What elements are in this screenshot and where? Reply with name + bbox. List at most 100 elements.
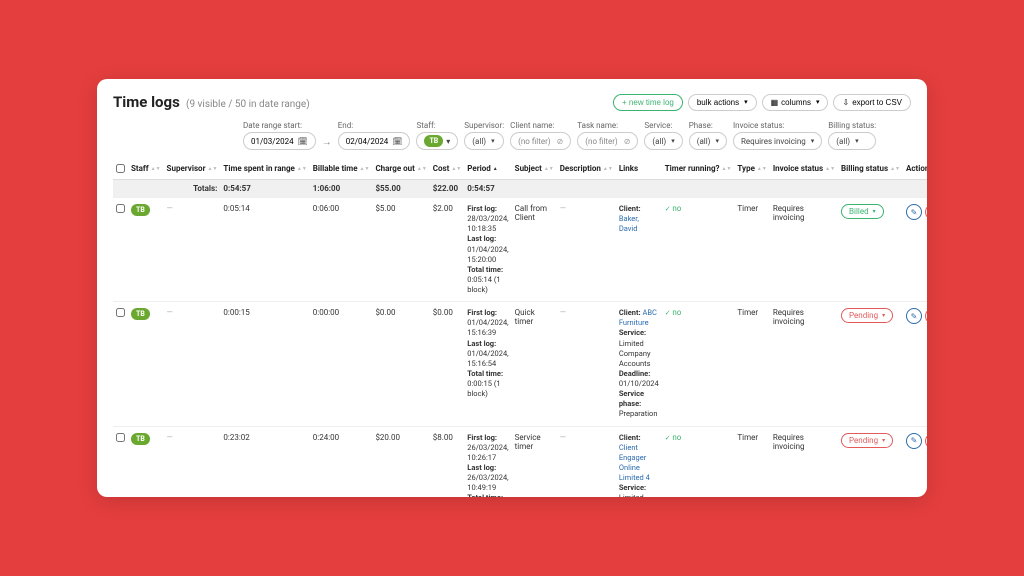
time-spent-cell: 0:05:14 (220, 198, 309, 302)
time-logs-table: Staff▲▼ Supervisor▲▼ Time spent in range… (113, 160, 927, 497)
delete-icon[interactable]: 🗑 (925, 204, 927, 220)
period-cell: First log: 01/04/2024, 15:16:39 Last log… (464, 302, 511, 426)
row-checkbox[interactable] (116, 433, 125, 442)
header-row: Staff▲▼ Supervisor▲▼ Time spent in range… (113, 160, 927, 180)
type-cell: Timer (734, 302, 769, 426)
edit-icon[interactable]: ✎ (906, 204, 922, 220)
task-input[interactable]: (no filter)⊘ (577, 132, 638, 150)
client-input[interactable]: (no filter)⊘ (510, 132, 571, 150)
col-description[interactable]: Description▲▼ (557, 160, 616, 180)
cost-cell: $2.00 (430, 198, 464, 302)
col-supervisor[interactable]: Supervisor▲▼ (164, 160, 221, 180)
billing-status-badge[interactable]: Pending (841, 433, 893, 448)
client-link[interactable]: Baker, David (619, 214, 639, 233)
billing-dropdown[interactable]: (all) (828, 132, 876, 150)
supervisor-dropdown[interactable]: (all) (464, 132, 504, 150)
col-links: Links (616, 160, 662, 180)
title-block: Time logs (9 visible / 50 in date range) (113, 93, 310, 111)
new-time-log-button[interactable]: + new time log (613, 94, 683, 111)
service-filter: Service: (all) (644, 121, 682, 150)
supervisor-cell: — (167, 308, 173, 317)
delete-icon[interactable]: 🗑 (925, 433, 927, 449)
calendar-icon: 🗓 (392, 137, 402, 146)
time-spent-cell: 0:23:02 (220, 426, 309, 497)
clear-icon[interactable]: ⊘ (624, 137, 631, 146)
col-period[interactable]: Period▲ (464, 160, 511, 180)
col-billable[interactable]: Billable time▲▼ (310, 160, 373, 180)
col-timespent[interactable]: Time spent in range▲▼ (220, 160, 309, 180)
date-end-input[interactable]: 02/04/2024🗓 (338, 132, 411, 150)
billable-cell: 0:06:00 (310, 198, 373, 302)
columns-button[interactable]: ▦columns (762, 94, 829, 111)
staff-badge: TB (424, 135, 443, 147)
staff-filter: Staff: TB▾ (416, 121, 458, 150)
edit-icon[interactable]: ✎ (906, 308, 922, 324)
col-type[interactable]: Type▲▼ (734, 160, 769, 180)
billing-status-badge[interactable]: Pending (841, 308, 893, 323)
edit-icon[interactable]: ✎ (906, 433, 922, 449)
invoice-filter: Invoice status: Requires invoicing (733, 121, 822, 150)
header: Time logs (9 visible / 50 in date range)… (113, 93, 911, 111)
page-subtitle: (9 visible / 50 in date range) (186, 99, 310, 110)
period-cell: First log: 28/03/2024, 10:18:35 Last log… (464, 198, 511, 302)
client-filter: Client name: (no filter)⊘ (510, 121, 571, 150)
col-subject[interactable]: Subject▲▼ (512, 160, 557, 180)
col-staff[interactable]: Staff▲▼ (128, 160, 164, 180)
supervisor-filter: Supervisor: (all) (464, 121, 504, 150)
task-filter: Task name: (no filter)⊘ (577, 121, 638, 150)
invoice-cell: Requires invoicing (770, 302, 838, 426)
phase-dropdown[interactable]: (all) (689, 132, 727, 150)
date-start-input[interactable]: 01/03/2024🗓 (243, 132, 316, 150)
row-checkbox[interactable] (116, 204, 125, 213)
columns-icon: ▦ (771, 98, 779, 107)
select-all-checkbox[interactable] (116, 164, 125, 173)
description-cell: — (560, 204, 566, 213)
row-checkbox[interactable] (116, 308, 125, 317)
page-title: Time logs (113, 93, 180, 111)
phase-filter: Phase: (all) (689, 121, 727, 150)
charge-cell: $0.00 (372, 302, 429, 426)
period-cell: First log: 26/03/2024, 10:26:17 Last log… (464, 426, 511, 497)
header-buttons: + new time log bulk actions ▦columns ⇩ex… (613, 94, 911, 111)
calendar-icon: 🗓 (298, 137, 308, 146)
supervisor-cell: — (167, 433, 173, 442)
export-icon: ⇩ (842, 98, 849, 107)
clear-icon[interactable]: ⊘ (557, 137, 564, 146)
col-charge[interactable]: Charge out▲▼ (372, 160, 429, 180)
col-billing[interactable]: Billing status▲▼ (838, 160, 903, 180)
export-csv-button[interactable]: ⇩export to CSV (833, 94, 911, 111)
charge-cell: $5.00 (372, 198, 429, 302)
col-actions: Actions (903, 160, 927, 180)
client-link[interactable]: Client Engager Online Limited 4 (619, 443, 650, 482)
delete-icon[interactable]: 🗑 (925, 308, 927, 324)
description-cell: — (560, 433, 566, 442)
supervisor-cell: — (167, 204, 173, 213)
time-spent-cell: 0:00:15 (220, 302, 309, 426)
service-dropdown[interactable]: (all) (644, 132, 682, 150)
col-cost[interactable]: Cost▲▼ (430, 160, 464, 180)
cost-cell: $0.00 (430, 302, 464, 426)
links-cell: Client: Baker, David (616, 198, 662, 302)
timer-running-cell: no (665, 204, 682, 213)
description-cell: — (560, 308, 566, 317)
billable-cell: 0:24:00 (310, 426, 373, 497)
row-actions: ✎ 🗑 (906, 308, 927, 324)
row-actions: ✎ 🗑 (906, 433, 927, 449)
col-timer[interactable]: Timer running?▲▼ (662, 160, 735, 180)
date-start-group: Date range start: 01/03/2024🗓 (243, 121, 316, 150)
billing-status-badge[interactable]: Billed (841, 204, 884, 219)
row-actions: ✎ 🗑 (906, 204, 927, 220)
subject-cell: Call from Client (512, 198, 557, 302)
staff-dropdown[interactable]: TB▾ (416, 132, 458, 150)
col-invoice[interactable]: Invoice status▲▼ (770, 160, 838, 180)
invoice-dropdown[interactable]: Requires invoicing (733, 132, 822, 150)
app-window: Time logs (9 visible / 50 in date range)… (97, 79, 927, 497)
date-start-label: Date range start: (243, 121, 316, 130)
filter-row: Date range start: 01/03/2024🗓 → End: 02/… (243, 121, 911, 150)
bulk-actions-button[interactable]: bulk actions (688, 94, 757, 111)
links-cell: Client: ABC FurnitureService: Limited Co… (616, 302, 662, 426)
table-row: TB — 0:00:15 0:00:00 $0.00 $0.00 First l… (113, 302, 927, 426)
timer-running-cell: no (665, 308, 682, 317)
staff-badge: TB (131, 308, 150, 320)
totals-row: Totals: 0:54:57 1:06:00 $55.00 $22.00 0:… (113, 180, 927, 198)
